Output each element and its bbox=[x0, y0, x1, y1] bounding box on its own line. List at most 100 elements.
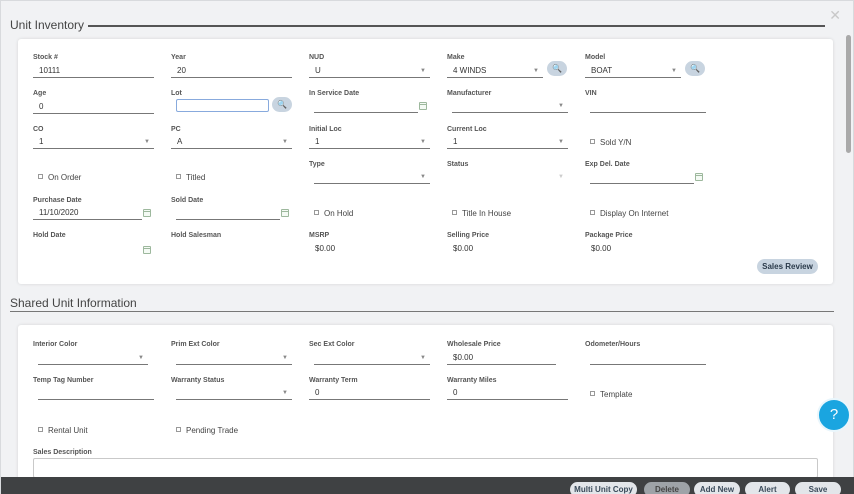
model-search-button[interactable]: 🔍 bbox=[685, 61, 705, 76]
age-value: 0 bbox=[39, 102, 44, 111]
sold-yn-checkbox[interactable]: Sold Y/N bbox=[590, 138, 631, 147]
purchase-date-field[interactable]: 11/10/2020 bbox=[33, 208, 151, 220]
checkbox-square bbox=[590, 210, 595, 215]
warranty-miles-value: 0 bbox=[453, 388, 458, 397]
lot-input[interactable] bbox=[176, 99, 269, 112]
chevron-down-icon: ▼ bbox=[558, 174, 564, 180]
warranty-miles-label: Warranty Miles bbox=[447, 377, 497, 384]
calendar-icon[interactable] bbox=[143, 209, 151, 217]
rental-unit-label: Rental Unit bbox=[48, 426, 88, 435]
selling-price-value: $0.00 bbox=[453, 244, 474, 253]
vin-label: VIN bbox=[585, 90, 597, 97]
chevron-down-icon: ▼ bbox=[420, 139, 426, 145]
hold-salesman-field bbox=[171, 244, 292, 256]
unit-inventory-modal: Unit Inventory ✕ Stock # 10111 Year 20 N… bbox=[0, 0, 854, 494]
exp-del-date-field[interactable] bbox=[590, 172, 703, 184]
search-icon: 🔍 bbox=[277, 100, 287, 109]
interior-color-select[interactable]: ▼ bbox=[38, 353, 148, 365]
sec-ext-color-select[interactable]: ▼ bbox=[314, 353, 430, 365]
sold-yn-label: Sold Y/N bbox=[600, 138, 632, 147]
template-checkbox[interactable]: Template bbox=[590, 390, 632, 399]
checkbox-square bbox=[590, 139, 595, 144]
scrollbar-thumb[interactable] bbox=[846, 35, 851, 153]
type-select[interactable]: ▼ bbox=[314, 172, 430, 184]
pending-trade-checkbox[interactable]: Pending Trade bbox=[176, 426, 238, 435]
initial-loc-value: 1 bbox=[315, 137, 320, 146]
chevron-down-icon: ▼ bbox=[282, 355, 288, 361]
status-label: Status bbox=[447, 161, 469, 168]
prim-ext-color-select[interactable]: ▼ bbox=[176, 353, 292, 365]
warranty-term-label: Warranty Term bbox=[309, 377, 358, 384]
co-value: 1 bbox=[39, 137, 44, 146]
status-select[interactable]: ▼ bbox=[452, 172, 568, 184]
chevron-down-icon: ▼ bbox=[420, 174, 426, 180]
temp-tag-number-field[interactable] bbox=[38, 388, 154, 400]
nud-select[interactable]: U ▼ bbox=[309, 66, 430, 78]
year-value: 20 bbox=[177, 66, 186, 75]
checkbox-square bbox=[314, 210, 319, 215]
delete-button[interactable]: Delete bbox=[644, 482, 690, 494]
warranty-miles-field[interactable]: 0 bbox=[447, 388, 568, 400]
warranty-status-select[interactable]: ▼ bbox=[176, 388, 292, 400]
calendar-icon[interactable] bbox=[419, 102, 427, 110]
display-on-internet-checkbox[interactable]: Display On Internet bbox=[590, 209, 668, 218]
search-icon: 🔍 bbox=[552, 64, 562, 73]
save-button[interactable]: Save bbox=[795, 482, 841, 494]
search-icon: 🔍 bbox=[690, 64, 700, 73]
lot-search-button[interactable]: 🔍 bbox=[272, 97, 292, 112]
chevron-down-icon: ▼ bbox=[558, 103, 564, 109]
calendar-icon[interactable] bbox=[281, 209, 289, 217]
manufacturer-label: Manufacturer bbox=[447, 90, 492, 97]
vin-field[interactable] bbox=[590, 101, 706, 113]
pc-select[interactable]: A ▼ bbox=[171, 137, 292, 149]
wholesale-price-label: Wholesale Price bbox=[447, 341, 501, 348]
close-icon[interactable]: ✕ bbox=[829, 7, 841, 24]
in-service-date-field[interactable] bbox=[314, 101, 427, 113]
multi-unit-copy-button[interactable]: Multi Unit Copy bbox=[570, 482, 637, 494]
odometer-hours-label: Odometer/Hours bbox=[585, 341, 641, 348]
current-loc-label: Current Loc bbox=[447, 126, 487, 133]
alert-button[interactable]: Alert bbox=[745, 482, 790, 494]
warranty-term-field[interactable]: 0 bbox=[309, 388, 430, 400]
calendar-icon[interactable] bbox=[143, 246, 151, 254]
sales-review-button[interactable]: Sales Review bbox=[757, 259, 818, 274]
hold-date-field[interactable] bbox=[33, 245, 151, 257]
model-select[interactable]: BOAT ▼ bbox=[585, 66, 681, 78]
year-field[interactable]: 20 bbox=[171, 66, 292, 78]
co-select[interactable]: 1 ▼ bbox=[33, 137, 154, 149]
on-hold-checkbox[interactable]: On Hold bbox=[314, 209, 353, 218]
chevron-down-icon: ▼ bbox=[282, 390, 288, 396]
age-field[interactable]: 0 bbox=[33, 102, 154, 114]
sales-description-textarea[interactable] bbox=[33, 458, 818, 478]
temp-tag-number-label: Temp Tag Number bbox=[33, 377, 94, 384]
add-new-button[interactable]: Add New bbox=[694, 482, 740, 494]
titled-checkbox[interactable]: Titled bbox=[176, 173, 205, 182]
age-label: Age bbox=[33, 90, 47, 97]
title-in-house-checkbox[interactable]: Title In House bbox=[452, 209, 511, 218]
warranty-term-value: 0 bbox=[315, 388, 320, 397]
on-order-checkbox[interactable]: On Order bbox=[38, 173, 81, 182]
checkbox-square bbox=[590, 391, 595, 396]
type-label: Type bbox=[309, 161, 325, 168]
display-on-internet-label: Display On Internet bbox=[600, 209, 669, 218]
calendar-icon[interactable] bbox=[695, 173, 703, 181]
chevron-down-icon: ▼ bbox=[671, 68, 677, 74]
rental-unit-checkbox[interactable]: Rental Unit bbox=[38, 426, 88, 435]
current-loc-select[interactable]: 1 ▼ bbox=[447, 137, 568, 149]
checkbox-square bbox=[176, 427, 181, 432]
pc-label: PC bbox=[171, 126, 181, 133]
make-select[interactable]: 4 WINDS ▼ bbox=[447, 66, 543, 78]
current-loc-value: 1 bbox=[453, 137, 458, 146]
manufacturer-select[interactable]: ▼ bbox=[452, 101, 568, 113]
make-search-button[interactable]: 🔍 bbox=[547, 61, 567, 76]
stock-value: 10111 bbox=[39, 66, 61, 75]
stock-field[interactable]: 10111 bbox=[33, 66, 154, 78]
purchase-date-label: Purchase Date bbox=[33, 197, 82, 204]
pc-value: A bbox=[177, 137, 183, 146]
initial-loc-select[interactable]: 1 ▼ bbox=[309, 137, 430, 149]
chevron-down-icon: ▼ bbox=[144, 139, 150, 145]
wholesale-price-field[interactable]: $0.00 bbox=[447, 353, 556, 365]
sold-date-field[interactable] bbox=[176, 208, 289, 220]
help-icon[interactable]: ? bbox=[817, 398, 851, 432]
odometer-hours-field[interactable] bbox=[590, 353, 706, 365]
